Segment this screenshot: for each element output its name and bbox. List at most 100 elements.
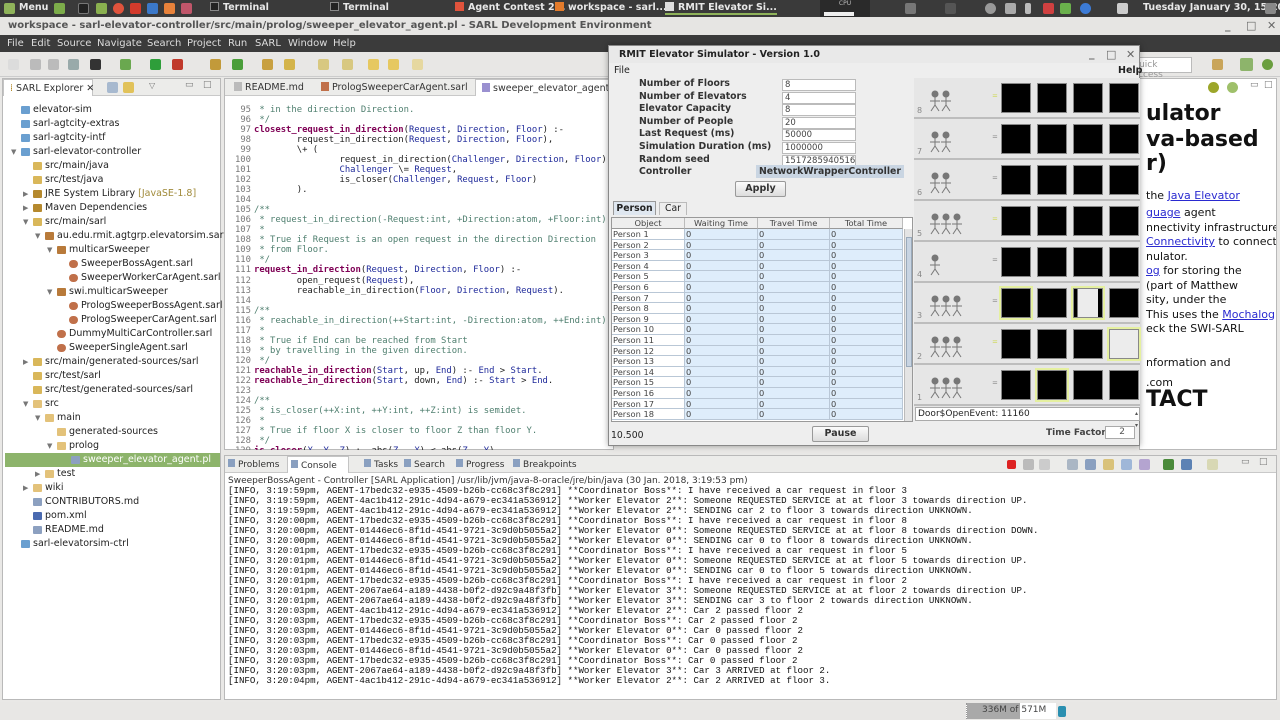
console-tab-problems[interactable]: Problems: [225, 456, 285, 473]
table-row[interactable]: Person 17 0 0 0: [612, 398, 904, 410]
volume-icon[interactable]: [1005, 3, 1016, 14]
menu-window[interactable]: Window: [288, 38, 327, 49]
heap-status[interactable]: 336M of 571M: [966, 703, 1056, 719]
console-tab-progress[interactable]: Progress: [453, 456, 508, 473]
tree-item[interactable]: SweeperSingleAgent.sarl: [3, 341, 218, 355]
toolbar-button-icon[interactable]: [388, 59, 399, 70]
tree-item[interactable]: ▼ sarl-elevator-controller: [3, 145, 218, 159]
table-row[interactable]: Person 5000: [612, 271, 904, 282]
show-on-output-icon[interactable]: [1121, 459, 1132, 470]
tree-item[interactable]: ▼ src/main/sarl: [3, 215, 218, 229]
table-row[interactable]: Person 15 0 0 0: [612, 377, 904, 388]
maximize-view-icon[interactable]: □: [203, 80, 212, 90]
tree-item[interactable]: ▼ swi.multicarSweeper: [3, 285, 218, 299]
field-input[interactable]: 4: [782, 91, 856, 104]
tree-item[interactable]: sarl-agtcity-extras: [3, 117, 218, 131]
collapsed-arrow-icon[interactable]: ▶: [23, 355, 28, 369]
pause-button[interactable]: Pause: [812, 426, 869, 442]
close-tab-icon[interactable]: ✕: [86, 83, 94, 94]
collapse-all-icon[interactable]: [107, 82, 118, 93]
column-header[interactable]: Total Time: [830, 218, 903, 229]
tree-item[interactable]: ▼ src: [3, 397, 218, 411]
table-scrollbar[interactable]: [904, 229, 912, 421]
expanded-arrow-icon[interactable]: ▼: [11, 145, 16, 159]
toolbar-button-icon[interactable]: [68, 59, 79, 70]
field-input[interactable]: 8: [782, 79, 856, 91]
tray-icon-display[interactable]: [905, 3, 916, 14]
tree-item[interactable]: SweeperWorkerCarAgent.sarl: [3, 271, 221, 285]
remove-all-icon[interactable]: [1039, 459, 1050, 470]
table-row[interactable]: Person 16 0 0 0: [612, 388, 904, 399]
toolbar-button-icon[interactable]: [342, 59, 353, 70]
preview-icon[interactable]: [1208, 82, 1219, 93]
menu-run[interactable]: Run: [228, 38, 247, 49]
minimize-icon[interactable]: _: [1089, 47, 1095, 60]
tree-item[interactable]: src/test/sarl: [3, 369, 218, 383]
tree-item[interactable]: README.md: [3, 523, 218, 537]
table-row[interactable]: Person 3000: [612, 250, 904, 261]
readme-link[interactable]: og: [1146, 264, 1160, 277]
tree-item[interactable]: elevator-sim: [3, 103, 218, 117]
field-input[interactable]: 20: [782, 116, 856, 129]
tree-item[interactable]: sarl-elevatorsim-ctrl: [3, 537, 218, 551]
bluetooth-icon[interactable]: [1080, 3, 1091, 14]
tree-item[interactable]: pom.xml: [3, 509, 218, 523]
battery-icon[interactable]: [1025, 3, 1031, 14]
chrome-launcher-icon[interactable]: [113, 3, 124, 14]
expanded-arrow-icon[interactable]: ▼: [47, 439, 52, 453]
minimize-icon[interactable]: _: [1225, 19, 1231, 32]
taskbar-window-button[interactable]: Terminal: [210, 2, 269, 13]
toolbar-button-icon[interactable]: [412, 59, 423, 70]
tree-item[interactable]: ▼ main: [3, 411, 218, 425]
console-tab-tasks[interactable]: Tasks: [361, 456, 401, 473]
clear-console-icon[interactable]: [1067, 459, 1078, 470]
open-console-icon[interactable]: [1207, 459, 1218, 470]
anchor-launcher-icon[interactable]: [147, 3, 158, 14]
sim-menu-help[interactable]: Help: [1118, 65, 1142, 76]
tree-item[interactable]: sweeper_elevator_agent.pl: [5, 453, 220, 467]
expanded-arrow-icon[interactable]: ▼: [35, 229, 40, 243]
table-row[interactable]: Person 9000: [612, 313, 904, 325]
taskbar-window-button[interactable]: RMIT Elevator Si...: [665, 2, 777, 15]
table-row[interactable]: Person 6000: [612, 282, 904, 293]
toolbar-button-icon[interactable]: [284, 59, 295, 70]
collapsed-arrow-icon[interactable]: ▶: [35, 467, 40, 481]
table-row[interactable]: Person 13 0 0 0: [612, 356, 904, 367]
tree-item[interactable]: ▼ prolog: [3, 439, 218, 453]
expanded-arrow-icon[interactable]: ▼: [47, 243, 52, 257]
pdf-launcher-icon[interactable]: [130, 3, 141, 14]
tree-item[interactable]: CONTRIBUTORS.md: [3, 495, 218, 509]
menu-edit[interactable]: Edit: [31, 38, 50, 49]
app-launcher-icon-2[interactable]: [181, 3, 192, 14]
toolbar-button-icon[interactable]: [262, 59, 273, 70]
wifi-icon[interactable]: [985, 3, 996, 14]
clock[interactable]: Tuesday January 30, 15:20: [1143, 2, 1280, 13]
show-desktop-icon[interactable]: [54, 3, 65, 14]
field-input[interactable]: 8: [782, 104, 856, 117]
tree-item[interactable]: ▶ test: [3, 467, 218, 481]
tree-item[interactable]: DummyMultiCarController.sarl: [3, 327, 218, 341]
expanded-arrow-icon[interactable]: ▼: [23, 397, 28, 411]
table-row[interactable]: Person 10 0 0 0: [612, 324, 904, 335]
menu-project[interactable]: Project: [187, 38, 221, 49]
remove-launch-icon[interactable]: [1023, 459, 1034, 470]
column-header[interactable]: Travel Time: [758, 218, 830, 229]
apply-button[interactable]: Apply: [735, 181, 786, 197]
collapsed-arrow-icon[interactable]: ▶: [23, 187, 28, 201]
dropbox-icon[interactable]: [1117, 3, 1128, 14]
sarl-perspective-icon[interactable]: [1240, 58, 1253, 71]
maximize-view-icon[interactable]: □: [1259, 457, 1268, 467]
tree-item[interactable]: ▶ Maven Dependencies: [3, 201, 218, 215]
shield-icon[interactable]: [1060, 3, 1071, 14]
menu-search[interactable]: Search: [147, 38, 181, 49]
toolbar-button-icon[interactable]: [90, 59, 101, 70]
tree-item[interactable]: ▶ wiki: [3, 481, 218, 495]
scroll-lock-icon[interactable]: [1085, 459, 1096, 470]
terminate-icon[interactable]: [1007, 460, 1016, 469]
toolbar-button-icon[interactable]: [368, 59, 379, 70]
maximize-icon[interactable]: □: [1246, 19, 1256, 32]
menu-file[interactable]: File: [7, 38, 24, 49]
collapsed-arrow-icon[interactable]: ▶: [23, 201, 28, 215]
open-perspective-icon[interactable]: [1212, 59, 1223, 70]
table-row[interactable]: Person 12 0 0 0: [612, 345, 904, 357]
